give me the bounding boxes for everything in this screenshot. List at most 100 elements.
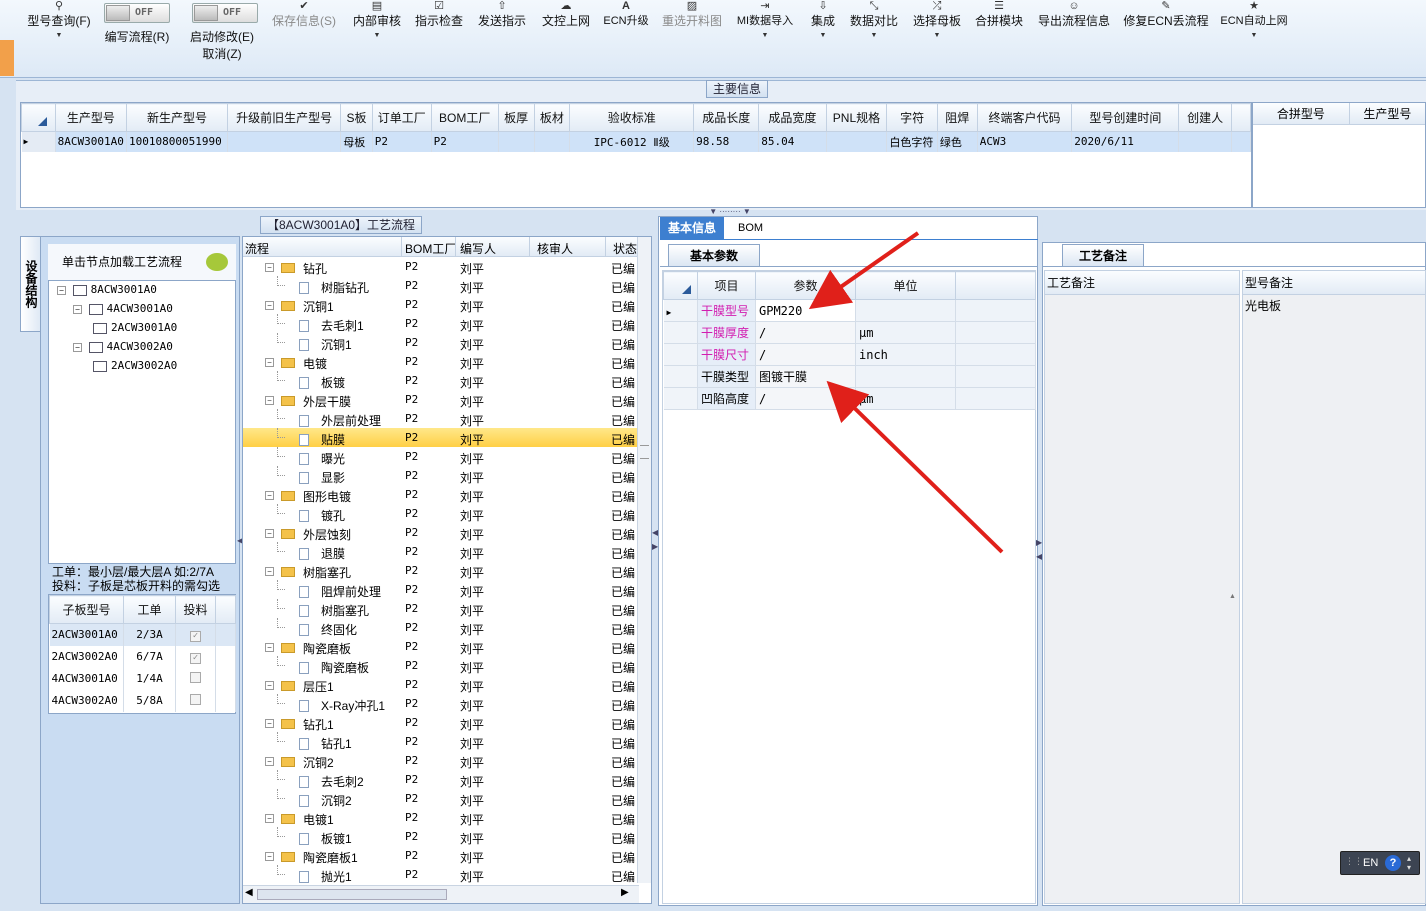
table-row[interactable]: 2ACW3002A0 6/7A ✓ [49,645,236,668]
process-row[interactable]: 去毛刺1 P2 刘平 已编 [243,314,637,333]
table-cell[interactable]: 2020/6/11 [1071,131,1180,152]
ime-menu-icon[interactable]: ▴ ▾ [1407,854,1411,872]
toggle-switch[interactable]: OFF [192,3,258,23]
process-row[interactable]: − 电镀1 P2 刘平 已编 [243,808,637,827]
process-row[interactable]: − 陶瓷磨板 P2 刘平 已编 [243,637,637,656]
process-flow-tree[interactable]: 流程 BOM工厂 编写人 核审人 状态 − 钻孔 P2 刘平 已编 树脂钻孔 P2 刘平 已编 −… [242,236,652,904]
tab-basic-info[interactable]: 基本信息 [660,217,725,239]
table-cell[interactable]: 绿色 [937,131,978,152]
process-row[interactable]: 曝光 P2 刘平 已编 [243,447,637,466]
table-cell[interactable]: P2 [372,131,432,152]
table-cell[interactable]: 2ACW3001A0 [49,623,124,646]
process-row[interactable]: 钻孔1 P2 刘平 已编 [243,732,637,751]
table-cell[interactable]: 白色字符 [886,131,938,152]
tab-bom[interactable]: BOM [730,217,771,239]
tree-node[interactable]: 2ACW3002A0 [93,359,177,372]
doc-control-online-button[interactable]: ☁ 文控上网 [538,0,594,76]
process-row[interactable]: − 沉铜1 P2 刘平 已编 [243,295,637,314]
integrate-button[interactable]: ⇩ 集成 ▼ [806,0,840,76]
internal-review-button[interactable]: ▤ 内部审核 ▼ [350,0,404,76]
col-header[interactable]: 订单工厂 [371,103,432,132]
table-cell[interactable]: 2/3A [123,623,176,646]
process-row[interactable]: − 钻孔 P2 刘平 已编 [243,257,637,276]
main-info-grid[interactable]: 生产型号 新生产型号 升级前旧生产型号 S板 订单工厂 BOM工厂 板厚 板材 … [20,102,1252,208]
param-row[interactable]: ▶ 干膜型号 GPM220 [663,299,1036,322]
col-header[interactable]: 合拼型号 [1253,103,1350,124]
col-header[interactable]: 型号创建时间 [1071,103,1180,132]
tab-process-remarks[interactable]: 工艺备注 [1062,244,1144,266]
col-header[interactable]: 创建人 [1178,103,1232,132]
ecn-auto-online-button[interactable]: ★ ECN自动上网 ▼ [1216,0,1292,76]
table-cell[interactable]: 4ACW3001A0 [49,667,124,690]
col-header[interactable]: 成品长度 [693,103,760,132]
start-modify-toggle[interactable]: OFF 启动修改(E) 取消(Z) [184,0,260,76]
param-value[interactable]: / [755,321,856,344]
process-row[interactable]: 沉铜1 P2 刘平 已编 [243,333,637,352]
tree-node[interactable]: − 4ACW3001A0 [73,302,173,315]
table-row[interactable]: ▶ 8ACW3001A0 10010800051990 母板 P2 P2 IPC… [21,131,1252,152]
feed-checkbox[interactable] [175,689,216,712]
col-header[interactable]: 核审人 [537,240,573,257]
fix-ecn-lost-flow-button[interactable]: ✎ 修复ECN丢流程 [1122,0,1210,76]
process-row[interactable]: 沉铜2 P2 刘平 已编 [243,789,637,808]
col-header[interactable]: 工单 [123,595,176,624]
col-header[interactable]: BOM工厂 [405,240,456,257]
process-row[interactable]: − 外层干膜 P2 刘平 已编 [243,390,637,409]
col-header[interactable]: 板厚 [497,103,535,132]
export-flow-info-button[interactable]: ☺ 导出流程信息 [1034,0,1114,76]
ime-language[interactable]: EN [1363,857,1378,869]
col-header[interactable]: 升级前旧生产型号 [226,103,342,132]
col-header[interactable]: 终端客户代码 [976,103,1073,132]
col-header[interactable]: 板材 [533,103,571,132]
select-mother-board-button[interactable]: ⤮ 选择母板 ▼ [910,0,964,76]
col-header[interactable]: 编写人 [460,240,496,257]
table-cell[interactable]: 85.04 [758,131,827,152]
table-cell[interactable] [227,131,342,152]
col-header[interactable]: 生产型号 [54,103,128,132]
col-header[interactable]: 参数 [755,271,856,300]
model-remark-box[interactable]: 型号备注 光电板 [1242,270,1426,904]
param-value[interactable]: / [755,387,856,410]
process-row[interactable]: − 电镀 P2 刘平 已编 [243,352,637,371]
process-row[interactable]: 树脂塞孔 P2 刘平 已编 [243,599,637,618]
col-header[interactable]: 流程 [245,240,269,257]
process-row[interactable]: 退膜 P2 刘平 已编 [243,542,637,561]
table-cell[interactable]: IPC-6012 Ⅱ级 [569,131,695,152]
send-instruction-button[interactable]: ⇧ 发送指示 [474,0,530,76]
write-flow-toggle[interactable]: OFF 编写流程(R) [100,0,174,76]
table-cell[interactable]: 6/7A [123,645,176,668]
table-cell[interactable]: 5/8A [123,689,176,712]
col-header[interactable]: 子板型号 [49,595,124,624]
table-cell[interactable]: 1/4A [123,667,176,690]
data-compare-button[interactable]: ⤡ 数据对比 ▼ [846,0,902,76]
toggle-switch[interactable]: OFF [104,3,170,23]
process-row[interactable]: 终固化 P2 刘平 已编 [243,618,637,637]
process-row[interactable]: − 外层蚀刻 P2 刘平 已编 [243,523,637,542]
process-row[interactable]: 板镀 P2 刘平 已编 [243,371,637,390]
process-row[interactable]: 抛光1 P2 刘平 已编 [243,865,637,884]
table-cell[interactable]: 4ACW3002A0 [49,689,124,712]
tab-device-structure[interactable]: 设备结构 [20,236,40,332]
process-row[interactable]: − 钻孔1 P2 刘平 已编 [243,713,637,732]
process-row[interactable]: − 图形电镀 P2 刘平 已编 [243,485,637,504]
process-row[interactable]: 阻焊前处理 P2 刘平 已编 [243,580,637,599]
cancel-label[interactable]: 取消(Z) [184,47,260,61]
param-row[interactable]: 干膜尺寸 / inch [663,343,1036,366]
param-row[interactable]: 凹陷高度 / μm [663,387,1036,410]
process-row[interactable]: 显影 P2 刘平 已编 [243,466,637,485]
ecn-upgrade-button[interactable]: A ECN升级 [600,0,652,76]
col-header[interactable]: 新生产型号 [126,103,228,132]
textarea-scrollbar[interactable]: ▲ [1229,299,1239,899]
table-cell[interactable]: 8ACW3001A0 [55,131,128,152]
tree-node[interactable]: 2ACW3001A0 [93,321,177,334]
col-header[interactable]: 验收标准 [569,103,695,132]
help-icon[interactable]: ? [1385,855,1401,871]
model-query-button[interactable]: ⚲ 型号查询(F) ▼ [24,0,94,76]
structure-tree[interactable]: − 8ACW3001A0 − 4ACW3001A0 2ACW3001A0 − 4… [48,280,236,564]
table-cell[interactable] [1178,131,1232,152]
feed-checkbox[interactable] [175,667,216,690]
sub-board-grid[interactable]: 子板型号 工单 投料 2ACW3001A0 2/3A ✓ 2ACW3002A0 6/7A… [48,594,236,714]
horizontal-scrollbar[interactable]: ◀ ▶ [243,885,639,903]
table-row[interactable]: 4ACW3002A0 5/8A [49,689,236,712]
process-row[interactable]: 陶瓷磨板 P2 刘平 已编 [243,656,637,675]
